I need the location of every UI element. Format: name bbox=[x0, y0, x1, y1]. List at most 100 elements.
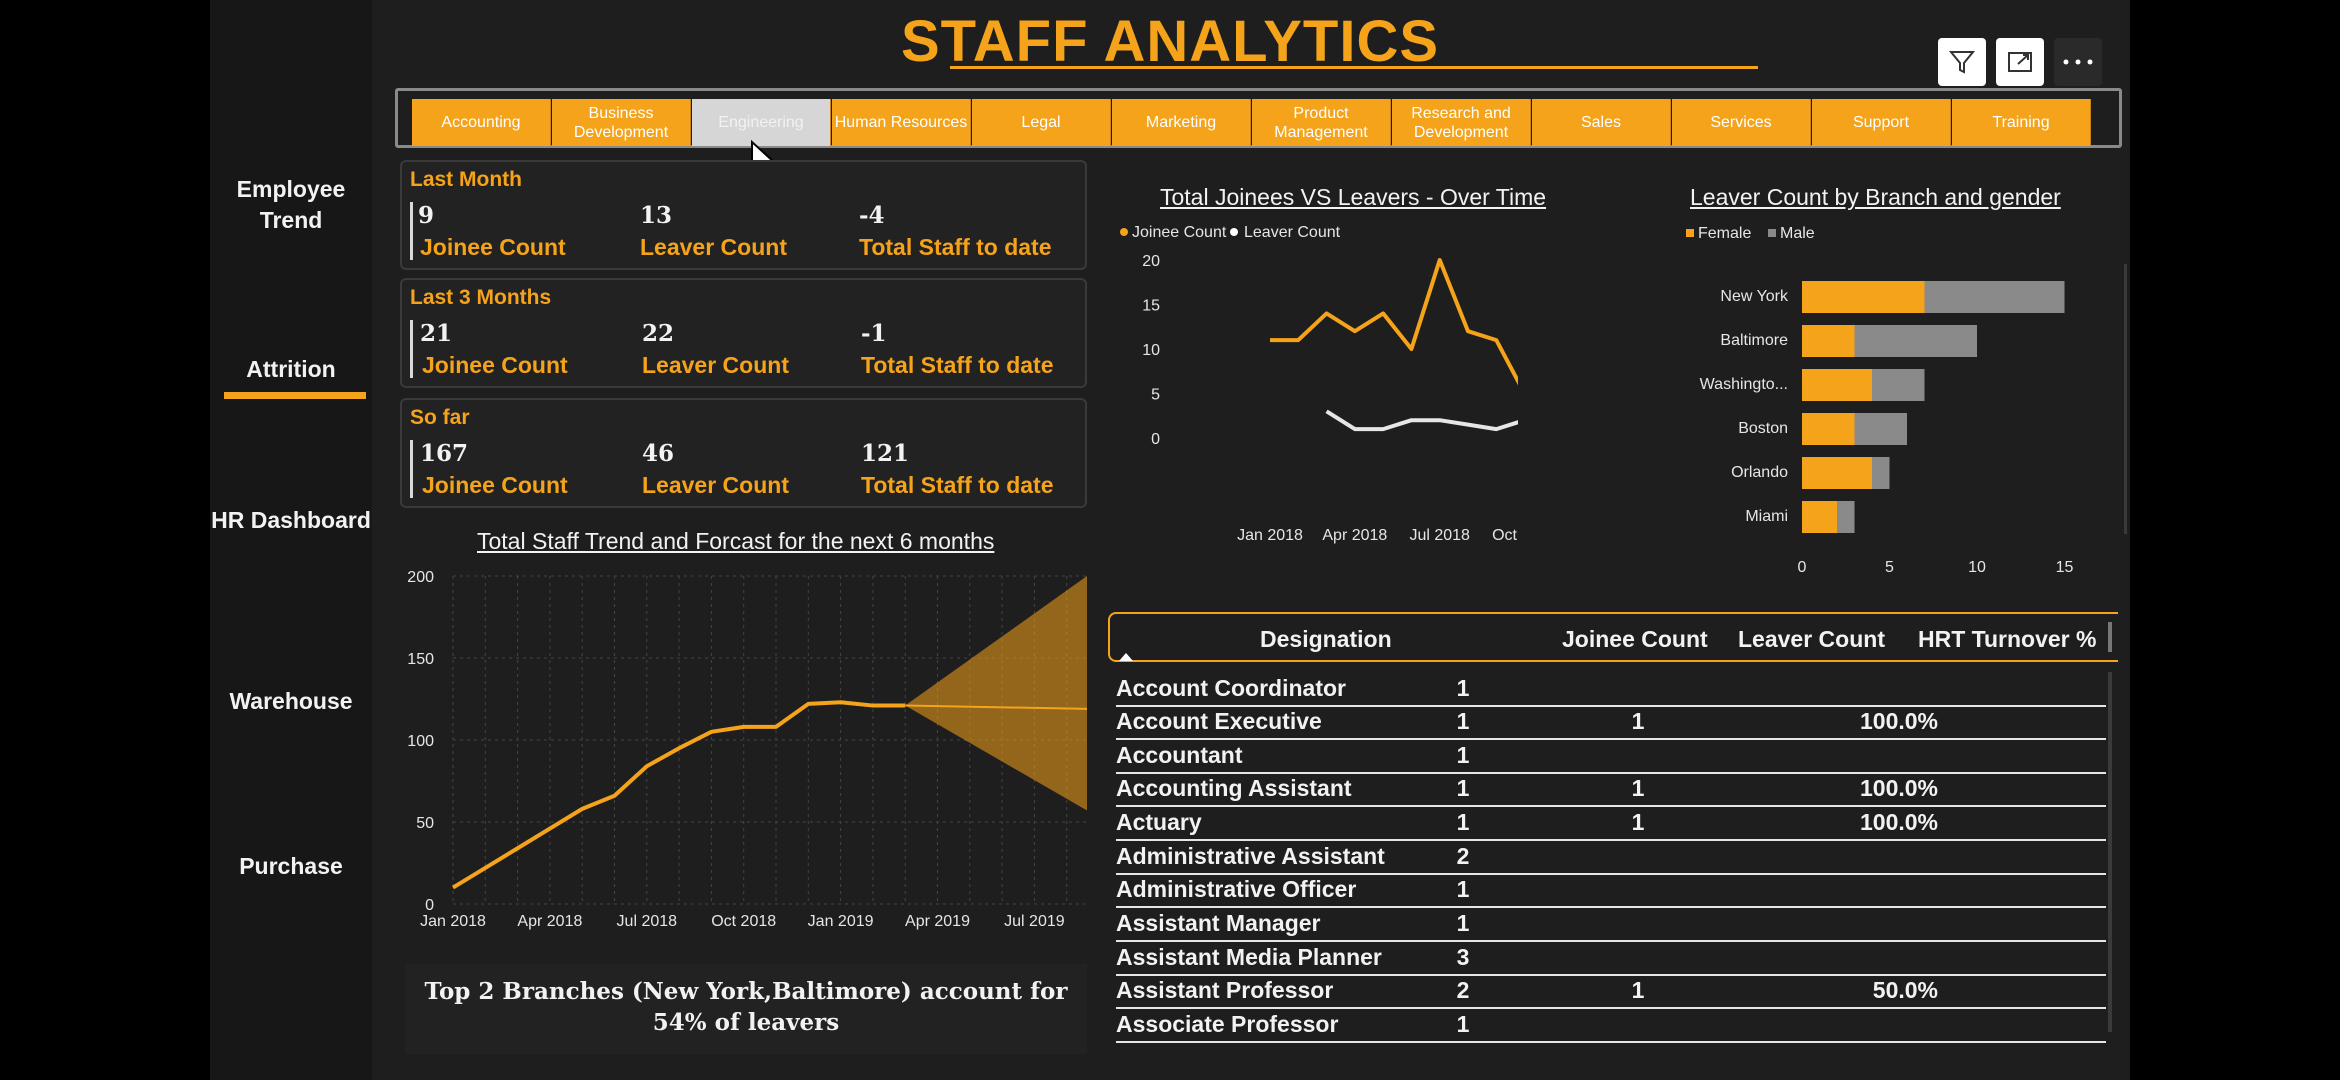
legend-female-label: Female bbox=[1698, 225, 1751, 242]
x-tick-label: Apr 2018 bbox=[517, 913, 582, 930]
table-row[interactable]: Account Coordinator 1 bbox=[1116, 673, 2106, 707]
y-tick-label: 50 bbox=[416, 815, 434, 832]
nav-employee-trend[interactable]: Employee Trend bbox=[210, 174, 372, 236]
kpi-period-label: Last 3 Months bbox=[410, 286, 552, 309]
cell-leaver: 1 bbox=[1631, 809, 1645, 835]
department-slicer: Accounting Business Development Engineer… bbox=[395, 88, 2122, 148]
female-bar bbox=[1802, 325, 1855, 357]
kpi-total-value: -1 bbox=[861, 320, 887, 347]
cell-turnover: 100.0% bbox=[1859, 708, 1938, 734]
nav-warehouse[interactable]: Warehouse bbox=[210, 686, 372, 717]
table-row[interactable]: Assistant Professor 2 1 50.0% bbox=[1116, 975, 2106, 1009]
joinee-leaver-line-chart[interactable]: Joinee Count Leaver Count 0 5 10 15 20 Jan 2018… bbox=[1108, 214, 1518, 554]
table-row[interactable]: Account Executive 1 1 100.0% bbox=[1116, 706, 2106, 740]
table-row[interactable]: Assistant Manager 1 bbox=[1116, 908, 2106, 942]
table-row[interactable]: Accounting Assistant 1 1 100.0% bbox=[1116, 773, 2106, 807]
tab-product-management[interactable]: Product Management bbox=[1252, 99, 1391, 146]
chart-scrollbar bbox=[2124, 264, 2127, 534]
tab-business-development[interactable]: Business Development bbox=[552, 99, 691, 146]
cell-joinee: 1 bbox=[1456, 876, 1470, 902]
cell-designation: Administrative Officer bbox=[1116, 876, 1357, 902]
tab-training[interactable]: Training bbox=[1952, 99, 2091, 146]
tab-marketing[interactable]: Marketing bbox=[1112, 99, 1251, 146]
male-bar bbox=[1854, 325, 1977, 357]
cell-joinee: 2 bbox=[1456, 843, 1470, 869]
kpi-leaver-value: 13 bbox=[640, 202, 673, 229]
cell-joinee: 1 bbox=[1456, 910, 1470, 936]
kpi-total-value: 121 bbox=[861, 440, 910, 467]
x-tick-label: Oct 2018 bbox=[711, 913, 776, 930]
x-tick-label: Jul 2018 bbox=[1409, 527, 1470, 544]
cell-designation: Actuary bbox=[1116, 809, 1202, 835]
more-options-icon[interactable] bbox=[2054, 38, 2102, 86]
x-tick-label: Apr 2019 bbox=[905, 913, 970, 930]
staff-trend-forecast-chart[interactable]: 0 50 100 150 200 Jan 2018 Apr 2018 Jul 2018 Oct … bbox=[390, 560, 1090, 940]
joinee-leaver-chart-title: Total Joinees VS Leavers - Over Time bbox=[1160, 184, 1547, 210]
column-header-leaver[interactable]: Leaver Count bbox=[1738, 626, 1885, 653]
tab-engineering[interactable]: Engineering bbox=[692, 99, 831, 146]
y-tick-label: 0 bbox=[1151, 431, 1160, 448]
legend-leaver-label: Leaver Count bbox=[1244, 224, 1341, 241]
cell-designation: Assistant Media Planner bbox=[1116, 944, 1382, 970]
table-row[interactable]: Actuary 1 1 100.0% bbox=[1116, 807, 2106, 841]
cell-designation: Accountant bbox=[1116, 742, 1243, 768]
table-row[interactable]: Administrative Assistant 2 bbox=[1116, 841, 2106, 875]
kpi-joinee-value: 21 bbox=[420, 320, 453, 347]
column-header-joinee[interactable]: Joinee Count bbox=[1562, 626, 1708, 653]
tab-accounting[interactable]: Accounting bbox=[412, 99, 551, 146]
nav-attrition[interactable]: Attrition bbox=[210, 354, 372, 385]
table-row[interactable]: Assistant Media Planner 3 bbox=[1116, 942, 2106, 976]
legend-joinee-marker bbox=[1120, 228, 1128, 236]
y-tick-label: 0 bbox=[425, 897, 434, 914]
sidebar-nav: Employee Trend Attrition HR Dashboard Wa… bbox=[210, 0, 372, 1080]
tab-sales[interactable]: Sales bbox=[1532, 99, 1671, 146]
report-canvas: Employee Trend Attrition HR Dashboard Wa… bbox=[210, 0, 2130, 1080]
nav-active-indicator bbox=[224, 392, 366, 399]
filter-icon[interactable] bbox=[1938, 38, 1986, 86]
tab-legal[interactable]: Legal bbox=[972, 99, 1111, 146]
column-header-turnover[interactable]: HRT Turnover % bbox=[1918, 626, 2096, 653]
branch-label: New York bbox=[1720, 288, 1789, 305]
male-bar bbox=[1837, 501, 1855, 533]
branch-label: Washingto... bbox=[1700, 376, 1788, 393]
x-tick-label: Jul 2019 bbox=[1004, 913, 1065, 930]
tab-support[interactable]: Support bbox=[1812, 99, 1951, 146]
y-tick-label: 20 bbox=[1142, 253, 1160, 270]
tab-human-resources[interactable]: Human Resources bbox=[832, 99, 971, 146]
table-row[interactable]: Administrative Officer 1 bbox=[1116, 874, 2106, 908]
cell-turnover: 100.0% bbox=[1859, 809, 1938, 835]
cell-designation: Administrative Assistant bbox=[1116, 843, 1385, 869]
focus-mode-icon[interactable] bbox=[1996, 38, 2044, 86]
tab-research-development[interactable]: Research and Development bbox=[1392, 99, 1531, 146]
kpi-total-label: Total Staff to date bbox=[861, 352, 1054, 378]
tab-services[interactable]: Services bbox=[1672, 99, 1811, 146]
table-scrollbar-track[interactable] bbox=[2108, 672, 2112, 1032]
forecast-confidence-band bbox=[905, 576, 1087, 811]
column-header-designation[interactable]: Designation bbox=[1260, 626, 1392, 653]
branch-label: Miami bbox=[1745, 508, 1788, 525]
table-scrollbar[interactable] bbox=[2108, 622, 2112, 652]
cell-joinee: 2 bbox=[1456, 977, 1470, 1003]
branch-label: Baltimore bbox=[1720, 332, 1788, 349]
page-title: STAFF ANALYTICS bbox=[900, 9, 1440, 74]
sort-ascending-icon[interactable] bbox=[1118, 652, 1134, 662]
kpi-card-last-month: Last Month 9 13 -4 Joinee Count Leaver C… bbox=[400, 160, 1087, 270]
legend-female-marker bbox=[1686, 229, 1694, 237]
x-tick-label: Jan 2019 bbox=[808, 913, 874, 930]
kpi-divider bbox=[410, 320, 413, 378]
cell-joinee: 1 bbox=[1456, 742, 1470, 768]
joinee-series-line bbox=[1270, 258, 1518, 386]
table-row[interactable]: Accountant 1 bbox=[1116, 740, 2106, 774]
branch-gender-bar-chart[interactable]: Female Male New York Baltimore Washingto... B… bbox=[1630, 214, 2130, 584]
y-tick-label: 5 bbox=[1151, 387, 1160, 404]
female-bar bbox=[1802, 369, 1872, 401]
x-tick-label: 5 bbox=[1885, 559, 1894, 576]
table-row[interactable]: Associate Professor 1 bbox=[1116, 1009, 2106, 1043]
cell-leaver: 1 bbox=[1631, 775, 1645, 801]
nav-purchase[interactable]: Purchase bbox=[210, 851, 372, 882]
kpi-joinee-label: Joinee Count bbox=[420, 234, 566, 260]
nav-hr-dashboard[interactable]: HR Dashboard bbox=[210, 505, 372, 536]
cell-joinee: 1 bbox=[1456, 1011, 1470, 1037]
female-bar bbox=[1802, 457, 1872, 489]
cell-turnover: 100.0% bbox=[1859, 775, 1938, 801]
